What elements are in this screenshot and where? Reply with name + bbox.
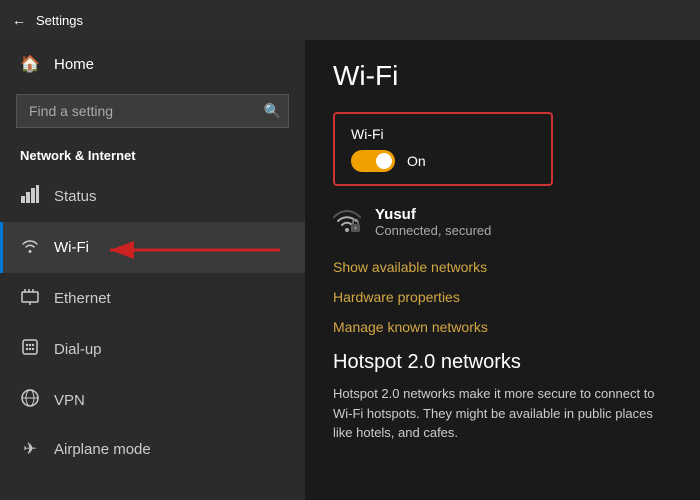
sidebar: 🏠 Home 🔍 Network & Internet Status: [0, 40, 305, 500]
home-icon: 🏠: [20, 54, 40, 74]
manage-known-networks-link[interactable]: Manage known networks: [333, 319, 672, 335]
sidebar-item-home[interactable]: 🏠 Home: [0, 40, 305, 88]
wifi-icon: [20, 235, 40, 260]
sidebar-item-wifi[interactable]: Wi-Fi: [0, 222, 305, 273]
status-icon: [20, 184, 40, 209]
wifi-toggle-section: Wi-Fi On: [333, 112, 553, 186]
wifi-label: Wi-Fi: [54, 239, 89, 256]
sidebar-item-airplane[interactable]: ✈ Airplane mode: [0, 426, 305, 472]
sidebar-item-status[interactable]: Status: [0, 171, 305, 222]
network-item: Yusuf Connected, secured: [333, 206, 672, 243]
network-name: Yusuf: [375, 206, 491, 223]
sidebar-item-dialup[interactable]: Dial-up: [0, 324, 305, 375]
airplane-icon: ✈: [20, 439, 40, 459]
network-status: Connected, secured: [375, 223, 491, 238]
panel-title: Wi-Fi: [333, 60, 672, 92]
home-label: Home: [54, 56, 94, 73]
show-available-networks-link[interactable]: Show available networks: [333, 259, 672, 275]
search-input[interactable]: [16, 94, 289, 128]
titlebar-title: Settings: [36, 13, 83, 28]
right-panel: Wi-Fi Wi-Fi On: [305, 40, 700, 500]
toggle-row: On: [351, 150, 535, 172]
main-layout: 🏠 Home 🔍 Network & Internet Status: [0, 40, 700, 500]
dialup-icon: [20, 337, 40, 362]
airplane-label: Airplane mode: [54, 441, 151, 458]
wifi-toggle-switch[interactable]: [351, 150, 395, 172]
sidebar-item-ethernet[interactable]: Ethernet: [0, 273, 305, 324]
status-label: Status: [54, 188, 97, 205]
hotspot-desc: Hotspot 2.0 networks make it more secure…: [333, 384, 672, 443]
hardware-properties-link[interactable]: Hardware properties: [333, 289, 672, 305]
network-wifi-icon: [333, 208, 361, 243]
vpn-label: VPN: [54, 392, 85, 409]
ethernet-icon: [20, 286, 40, 311]
ethernet-label: Ethernet: [54, 290, 111, 307]
back-button[interactable]: ←: [12, 12, 26, 28]
dialup-label: Dial-up: [54, 341, 102, 358]
search-box: 🔍: [16, 94, 289, 128]
sidebar-item-vpn[interactable]: VPN: [0, 375, 305, 426]
hotspot-title: Hotspot 2.0 networks: [333, 351, 672, 374]
toggle-state-label: On: [407, 153, 426, 169]
red-arrow-annotation: [100, 230, 300, 270]
search-icon-button[interactable]: 🔍: [264, 103, 281, 120]
vpn-icon: [20, 388, 40, 413]
titlebar: ← Settings: [0, 0, 700, 40]
wifi-toggle-label: Wi-Fi: [351, 126, 535, 142]
section-heading: Network & Internet: [0, 138, 305, 171]
